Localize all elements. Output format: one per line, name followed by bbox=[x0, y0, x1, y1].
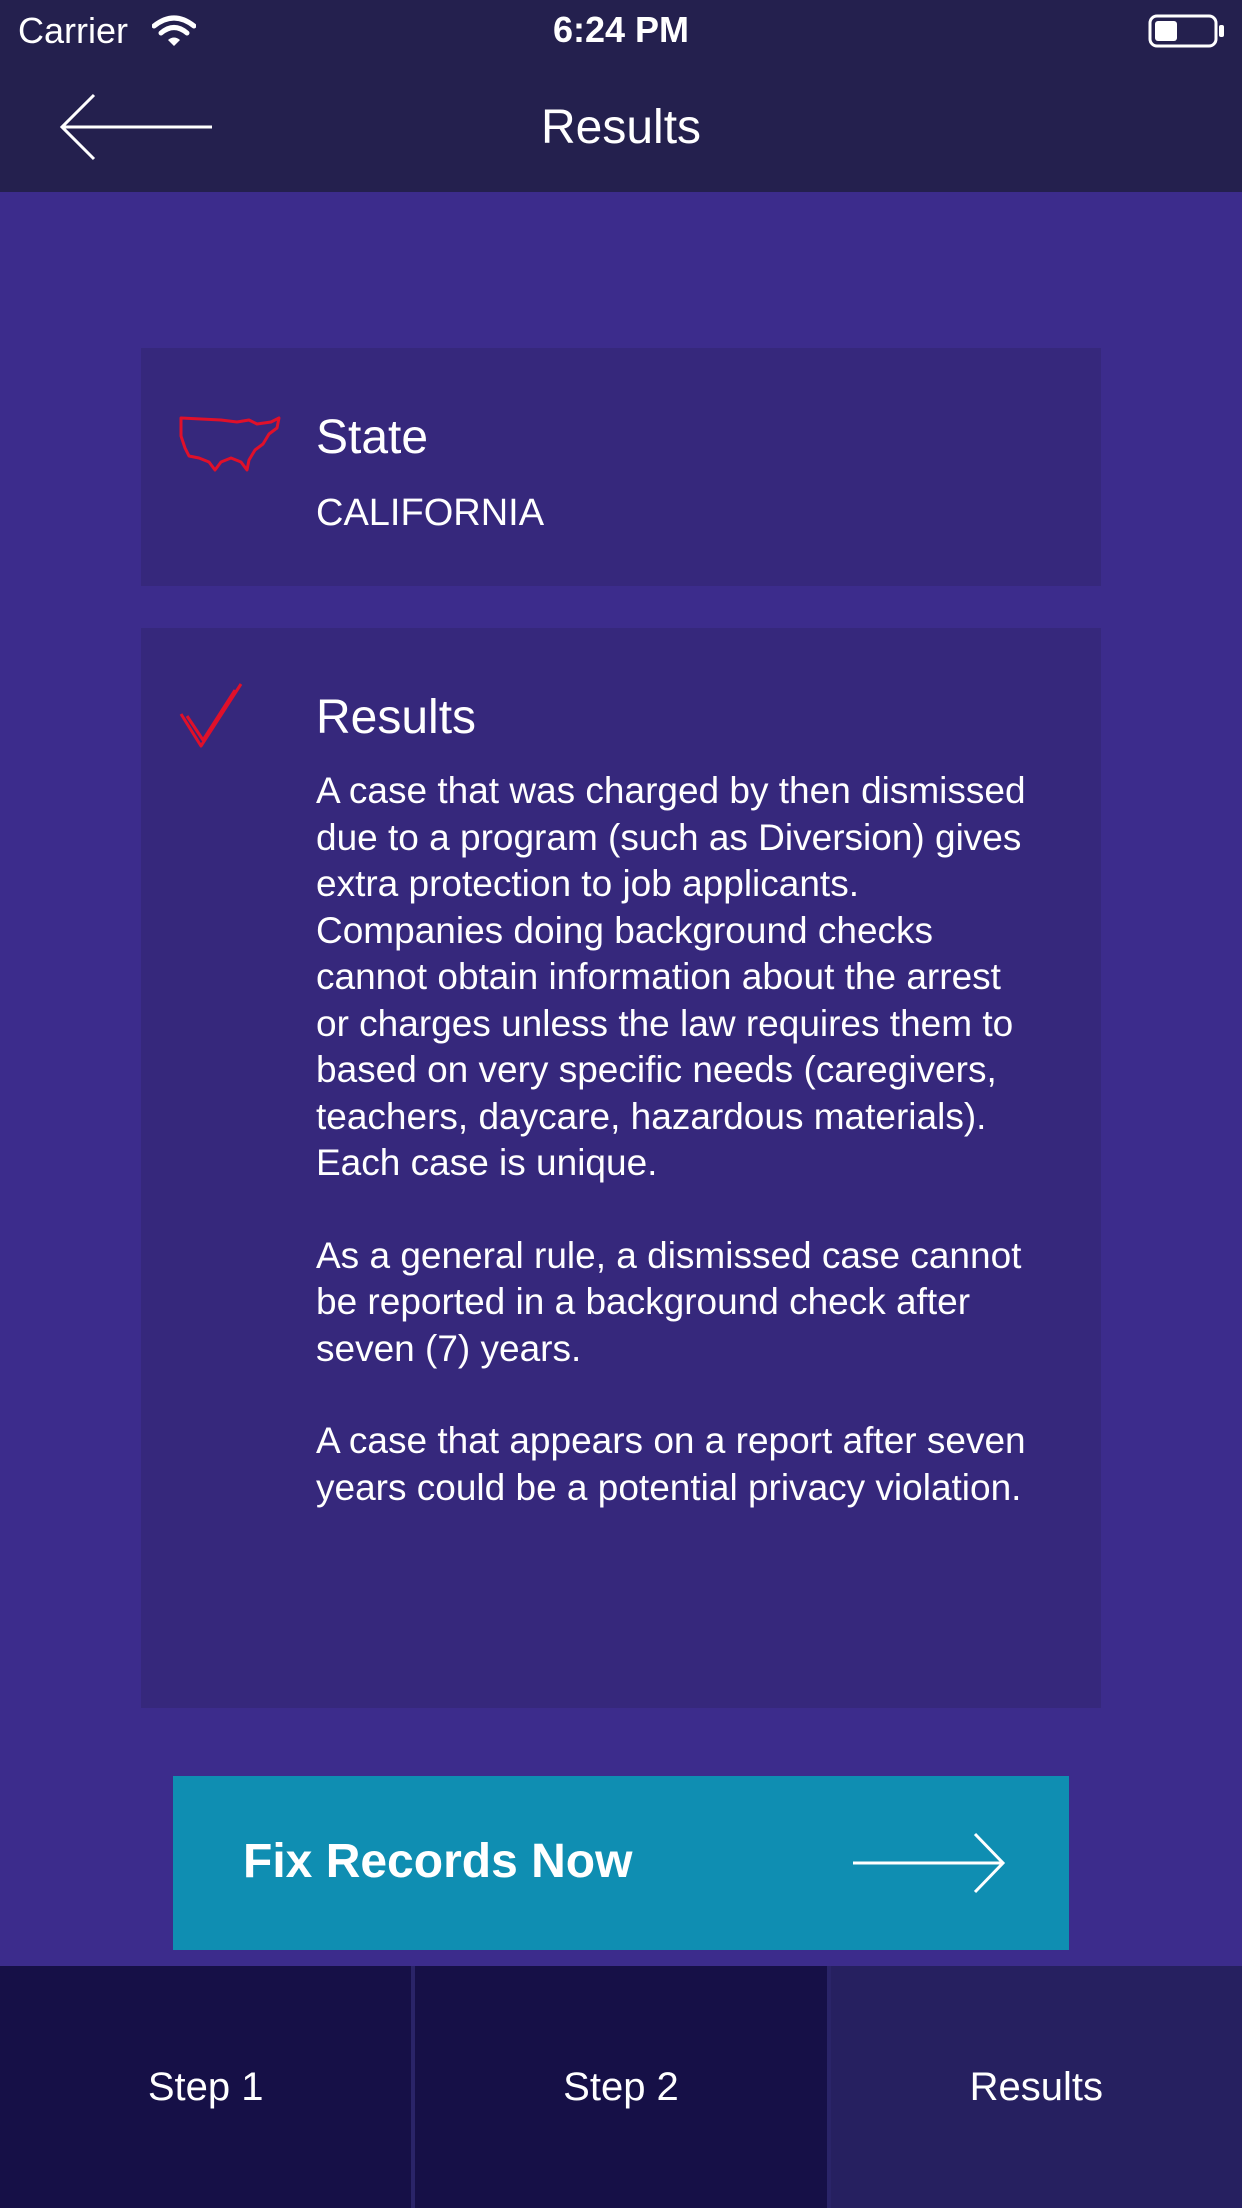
battery-icon bbox=[1148, 14, 1224, 48]
tab-step-2[interactable]: Step 2 bbox=[415, 1966, 831, 2208]
results-heading: Results bbox=[316, 691, 477, 744]
results-card[interactable]: Results A case that was charged by then … bbox=[141, 628, 1101, 1708]
results-paragraph: A case that was charged by then dismisse… bbox=[316, 770, 1026, 1183]
tab-bar: Step 1 Step 2 Results bbox=[0, 1966, 1242, 2208]
checkmark-icon bbox=[179, 683, 243, 748]
results-screen: Carrier 6:24 PM Results State CALIFORNIA bbox=[0, 0, 1242, 2208]
state-value: CALIFORNIA bbox=[316, 492, 545, 534]
usa-map-icon bbox=[179, 416, 281, 472]
fix-records-button[interactable]: Fix Records Now bbox=[173, 1776, 1069, 1950]
nav-bar: Results bbox=[0, 62, 1242, 192]
page-title: Results bbox=[540, 101, 702, 154]
state-card: State CALIFORNIA bbox=[141, 348, 1101, 586]
state-heading: State bbox=[316, 411, 429, 464]
tab-results[interactable]: Results bbox=[830, 1966, 1242, 2208]
arrow-right-icon bbox=[853, 1832, 1006, 1894]
status-bar: Carrier 6:24 PM bbox=[0, 0, 1242, 62]
results-description: A case that was charged by then dismisse… bbox=[316, 768, 1036, 1557]
status-time: 6:24 PM bbox=[552, 9, 690, 50]
fix-records-label: Fix Records Now bbox=[243, 1835, 633, 1888]
tab-step-1[interactable]: Step 1 bbox=[0, 1966, 416, 2208]
results-paragraph: A case that appears on a report after se… bbox=[316, 1420, 1026, 1508]
results-paragraph: As a general rule, a dismissed case cann… bbox=[316, 1234, 1022, 1369]
